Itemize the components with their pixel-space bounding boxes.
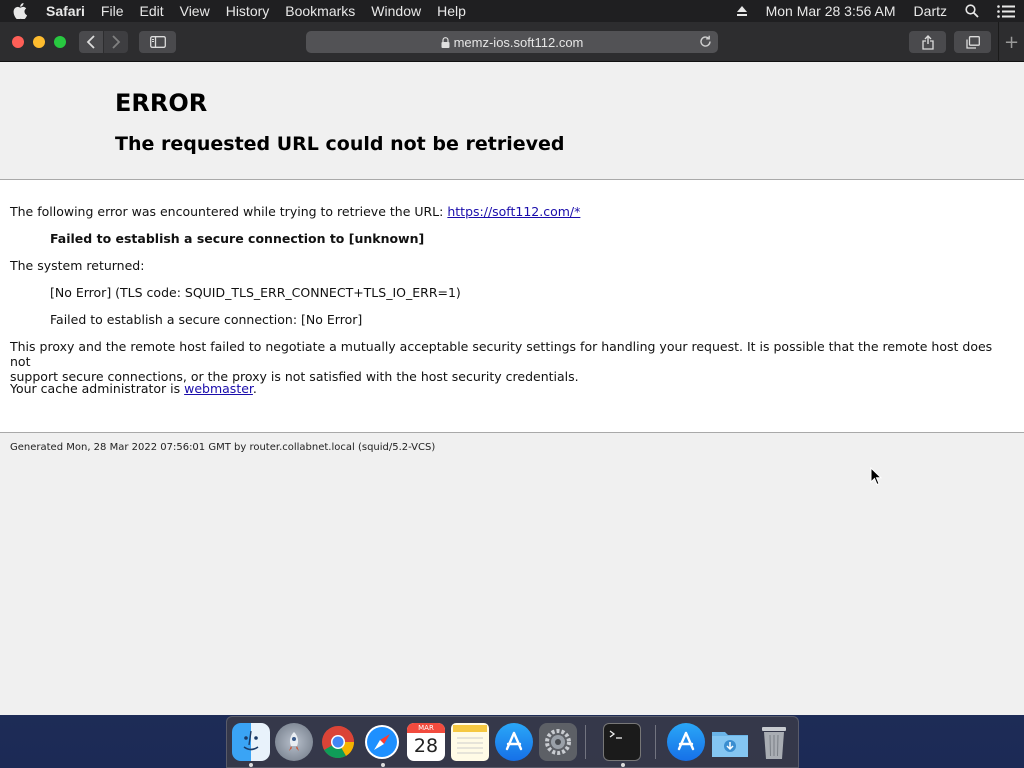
trash-icon[interactable] xyxy=(755,723,793,761)
error-title: Failed to establish a secure connection … xyxy=(50,231,425,246)
admin-suffix: . xyxy=(252,381,257,396)
address-bar[interactable]: memz-ios.soft112.com xyxy=(306,31,718,53)
forward-button[interactable] xyxy=(104,31,128,53)
finder-icon[interactable] xyxy=(232,723,270,761)
dock-separator xyxy=(585,725,586,759)
eject-icon[interactable] xyxy=(727,5,757,17)
system-returned-label: The system returned: xyxy=(10,258,145,273)
window-close-button[interactable] xyxy=(12,36,24,48)
clock[interactable]: Mon Mar 28 3:56 AM xyxy=(757,3,905,19)
calendar-icon[interactable]: MAR 28 xyxy=(407,723,445,761)
apple-menu-icon[interactable] xyxy=(0,3,40,19)
chrome-icon[interactable] xyxy=(319,723,357,761)
generated-footer: Generated Mon, 28 Mar 2022 07:56:01 GMT … xyxy=(10,442,436,453)
menu-window[interactable]: Window xyxy=(363,3,429,19)
chevron-right-icon xyxy=(112,35,121,49)
menu-app-safari[interactable]: Safari xyxy=(40,3,93,19)
plus-icon: + xyxy=(1003,31,1020,53)
admin-paragraph: Your cache administrator is webmaster. xyxy=(10,381,257,396)
menu-edit[interactable]: Edit xyxy=(131,3,171,19)
dock: MAR 28 xyxy=(226,716,799,768)
chevron-left-icon xyxy=(86,35,95,49)
app-store-folder-icon[interactable] xyxy=(667,723,705,761)
webmaster-link[interactable]: webmaster xyxy=(184,381,253,396)
new-tab-button[interactable]: + xyxy=(998,22,1024,62)
admin-text: Your cache administrator is xyxy=(10,381,185,396)
error-header: ERROR The requested URL could not be ret… xyxy=(0,62,1024,180)
page-subtitle: The requested URL could not be retrieved xyxy=(115,133,565,155)
page-content: ERROR The requested URL could not be ret… xyxy=(0,62,1024,715)
lock-icon xyxy=(441,36,450,48)
dock-separator xyxy=(655,725,656,759)
browser-toolbar: memz-ios.soft112.com + xyxy=(0,22,1024,62)
menu-history[interactable]: History xyxy=(218,3,278,19)
downloads-folder-icon[interactable] xyxy=(711,723,749,761)
explanation-line-1: This proxy and the remote host failed to… xyxy=(10,339,993,369)
user-name[interactable]: Dartz xyxy=(905,3,956,19)
reload-icon[interactable] xyxy=(699,35,712,51)
address-bar-url: memz-ios.soft112.com xyxy=(453,34,584,50)
terminal-icon[interactable] xyxy=(603,723,641,761)
menu-file[interactable]: File xyxy=(93,3,132,19)
sidebar-icon xyxy=(149,36,166,48)
spotlight-search-icon[interactable] xyxy=(956,4,988,18)
page-title: ERROR xyxy=(115,89,208,117)
calendar-month: MAR xyxy=(407,723,445,733)
tls-message: Failed to establish a secure connection:… xyxy=(50,312,363,327)
finder-running-indicator xyxy=(249,763,253,767)
window-zoom-button[interactable] xyxy=(54,36,66,48)
calendar-day: 28 xyxy=(413,735,439,757)
sidebar-toggle-button[interactable] xyxy=(139,31,176,53)
share-button[interactable] xyxy=(909,31,946,53)
menu-view[interactable]: View xyxy=(172,3,218,19)
window-minimize-button[interactable] xyxy=(33,36,45,48)
share-icon xyxy=(921,34,934,50)
launchpad-icon[interactable] xyxy=(275,723,313,761)
menu-bookmarks[interactable]: Bookmarks xyxy=(277,3,363,19)
tab-overview-icon xyxy=(965,35,980,49)
tab-overview-button[interactable] xyxy=(954,31,991,53)
mouse-cursor-icon xyxy=(870,466,883,490)
menu-bar: Safari File Edit View History Bookmarks … xyxy=(0,0,1024,22)
safari-icon[interactable] xyxy=(363,723,401,761)
menu-help[interactable]: Help xyxy=(429,3,474,19)
back-button[interactable] xyxy=(79,31,103,53)
safari-window: memz-ios.soft112.com + ERROR The request… xyxy=(0,22,1024,715)
tls-code: [No Error] (TLS code: SQUID_TLS_ERR_CONN… xyxy=(50,285,461,300)
app-store-icon[interactable] xyxy=(495,723,533,761)
terminal-running-indicator xyxy=(621,763,625,767)
error-body: The following error was encountered whil… xyxy=(0,180,1024,433)
intro-paragraph: The following error was encountered whil… xyxy=(10,204,580,219)
notification-center-icon[interactable] xyxy=(988,4,1024,18)
system-preferences-icon[interactable] xyxy=(539,723,577,761)
notes-icon[interactable] xyxy=(451,723,489,761)
failed-url-link[interactable]: https://soft112.com/* xyxy=(447,204,580,219)
safari-running-indicator xyxy=(381,763,385,767)
intro-text: The following error was encountered whil… xyxy=(10,204,448,219)
explanation-paragraph: This proxy and the remote host failed to… xyxy=(10,339,1010,384)
